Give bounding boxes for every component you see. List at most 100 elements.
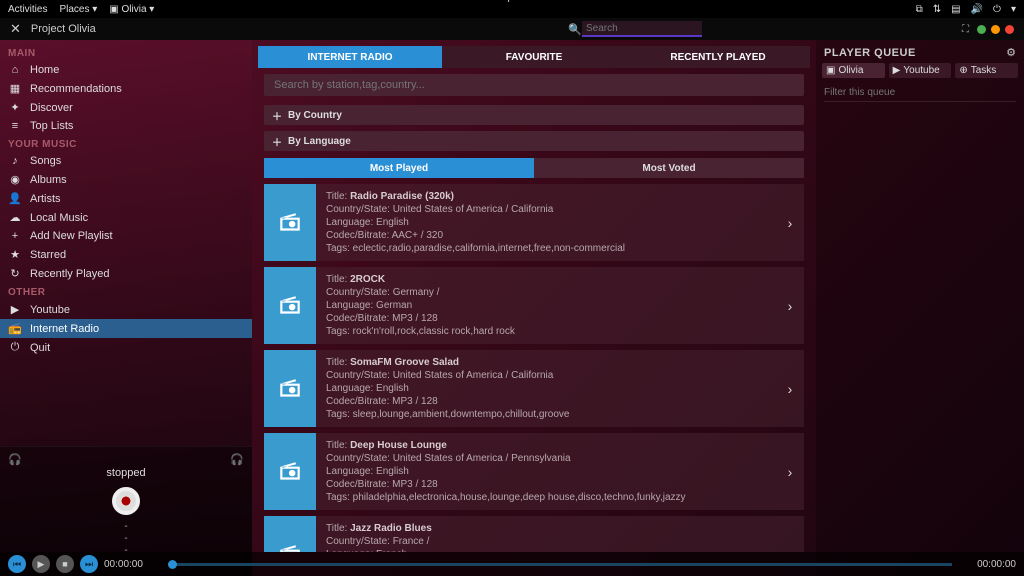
dropbox-icon[interactable]: ⇅	[933, 4, 941, 15]
accordion-by-country[interactable]: ＋ By Country	[264, 105, 804, 125]
station-icon	[264, 350, 316, 427]
sidebar-item-home[interactable]: ⌂Home	[0, 61, 252, 79]
station-info: Title: Deep House LoungeCountry/State: U…	[316, 433, 776, 510]
play-button[interactable]: ▶	[32, 555, 50, 573]
close-icon[interactable]: ✕	[10, 21, 21, 37]
station-row[interactable]: Title: Deep House LoungeCountry/State: U…	[264, 433, 804, 510]
station-info: Title: SomaFM Groove SaladCountry/State:…	[316, 350, 776, 427]
power-icon[interactable]: ⏻	[993, 4, 1001, 15]
station-icon	[264, 184, 316, 261]
sidebar-item-recommendations[interactable]: ▦Recommendations	[0, 79, 252, 98]
clock[interactable]: Apr 11 1:04 AM	[154, 0, 915, 27]
nav-icon: ⏻	[8, 341, 22, 354]
sidebar-item-artists[interactable]: 👤 Artists	[0, 189, 252, 208]
sidebar-item-starred[interactable]: ★ Starred	[0, 245, 252, 264]
player-controls: ⏮ ▶ ■ ⏭ 00:00:00 00:00:00	[0, 552, 1024, 576]
main-tabs: INTERNET RADIO FAVOURITE RECENTLY PLAYED	[258, 46, 810, 68]
nav-label: Youtube	[30, 304, 70, 316]
global-search-input[interactable]	[582, 21, 702, 37]
nav-icon: 👤	[8, 192, 22, 205]
gear-icon[interactable]: ⚙	[1006, 46, 1016, 59]
nav-label: Local Music	[30, 212, 88, 224]
nav-label: Internet Radio	[30, 323, 99, 335]
nav-label: Starred	[30, 249, 66, 261]
queue-filter-input[interactable]	[824, 84, 1016, 102]
tab-most-played[interactable]: Most Played	[264, 158, 534, 178]
station-icon	[264, 267, 316, 344]
dropdown-icon[interactable]: ▾	[1011, 4, 1016, 15]
chevron-right-icon[interactable]: ›	[776, 433, 804, 510]
sidebar-item-internet-radio[interactable]: 📻Internet Radio	[0, 319, 252, 338]
nav-icon: ≡	[8, 120, 22, 132]
system-top-bar: Activities Places ▾ ▣ Olivia ▾ Apr 11 1:…	[0, 0, 1024, 18]
tab-recently-played[interactable]: RECENTLY PLAYED	[626, 46, 810, 68]
album-art-placeholder	[112, 487, 140, 515]
nav-label: Home	[30, 64, 59, 76]
close-button[interactable]	[1005, 25, 1014, 34]
chevron-right-icon[interactable]: ›	[776, 516, 804, 552]
nav-label: Recommendations	[30, 83, 122, 95]
sidebar-item-add-new-playlist[interactable]: +Add New Playlist	[0, 227, 252, 245]
station-row[interactable]: Title: 2ROCKCountry/State: Germany /Lang…	[264, 267, 804, 344]
app-body: MAIN⌂Home▦Recommendations✦Discover≡Top L…	[0, 40, 1024, 576]
nav-icon: ◉	[8, 173, 22, 186]
app-menu[interactable]: ▣ Olivia ▾	[109, 4, 154, 15]
queue-tab-tasks[interactable]: ⊕Tasks	[955, 63, 1018, 78]
chevron-right-icon[interactable]: ›	[776, 267, 804, 344]
chevron-right-icon[interactable]: ›	[776, 350, 804, 427]
sidebar-item-quit[interactable]: ⏻Quit	[0, 338, 252, 357]
activities[interactable]: Activities	[8, 4, 47, 15]
station-list: Title: Radio Paradise (320k)Country/Stat…	[252, 184, 816, 552]
sort-tabs: Most Played Most Voted	[264, 158, 804, 178]
nav-header: OTHER	[0, 283, 252, 300]
minimize-button[interactable]	[977, 25, 986, 34]
station-search-input[interactable]	[264, 74, 804, 96]
seek-bar[interactable]	[168, 563, 952, 566]
tab-internet-radio[interactable]: INTERNET RADIO	[258, 46, 442, 68]
sidebar-item-discover[interactable]: ✦ Discover	[0, 98, 252, 117]
station-info: Title: Jazz Radio BluesCountry/State: Fr…	[316, 516, 776, 552]
chevron-right-icon[interactable]: ›	[776, 184, 804, 261]
station-row[interactable]: Title: Jazz Radio BluesCountry/State: Fr…	[264, 516, 804, 552]
maximize-icon[interactable]: ⛶	[962, 24, 969, 35]
next-button[interactable]: ⏭	[80, 555, 98, 573]
window-title: Project Olivia	[31, 23, 96, 35]
nav-label: Add New Playlist	[30, 230, 113, 242]
nav-icon: ♪	[8, 155, 22, 167]
queue-title: PLAYER QUEUE	[824, 47, 916, 59]
sidebar-item-local-music[interactable]: ☁Local Music	[0, 208, 252, 227]
tab-most-voted[interactable]: Most Voted	[534, 158, 804, 178]
station-row[interactable]: Title: Radio Paradise (320k)Country/Stat…	[264, 184, 804, 261]
headphone-right-icon: 🎧	[230, 453, 244, 466]
network-icon[interactable]: ▤	[951, 4, 960, 15]
prev-button[interactable]: ⏮	[8, 555, 26, 573]
tab-favourite[interactable]: FAVOURITE	[442, 46, 626, 68]
queue-tab-youtube[interactable]: ▶Youtube	[889, 63, 952, 78]
maximize-button[interactable]	[991, 25, 1000, 34]
sidebar-item-songs[interactable]: ♪Songs	[0, 152, 252, 170]
volume-icon[interactable]: 🔊	[971, 4, 983, 15]
sidebar-item-top-lists[interactable]: ≡ Top Lists	[0, 117, 252, 135]
nav-label: Discover	[30, 102, 73, 114]
search-icon: 🔍	[568, 23, 582, 36]
nav-icon: ✦	[8, 101, 22, 114]
station-row[interactable]: Title: SomaFM Groove SaladCountry/State:…	[264, 350, 804, 427]
sidebar-item-youtube[interactable]: ▶ Youtube	[0, 300, 252, 319]
sidebar-item-recently-played[interactable]: ↻Recently Played	[0, 264, 252, 283]
plus-icon: ＋	[272, 134, 282, 149]
nav-icon: ▶	[8, 303, 22, 316]
plus-icon: ＋	[272, 108, 282, 123]
now-playing-line1: -	[124, 521, 127, 533]
accordion-by-language[interactable]: ＋ By Language	[264, 131, 804, 151]
queue-tab-olivia[interactable]: ▣Olivia	[822, 63, 885, 78]
tray-icon[interactable]: ⧉	[916, 4, 923, 15]
places-menu[interactable]: Places ▾	[59, 4, 97, 15]
nav-label: Artists	[30, 193, 61, 205]
playback-status: stopped	[106, 467, 145, 479]
station-info: Title: Radio Paradise (320k)Country/Stat…	[316, 184, 776, 261]
nav-icon: ★	[8, 248, 22, 261]
nav-label: Top Lists	[30, 120, 73, 132]
stop-button[interactable]: ■	[56, 555, 74, 573]
player-queue-panel: PLAYER QUEUE ⚙ ▣Olivia ▶Youtube ⊕Tasks	[816, 40, 1024, 576]
sidebar-item-albums[interactable]: ◉Albums	[0, 170, 252, 189]
